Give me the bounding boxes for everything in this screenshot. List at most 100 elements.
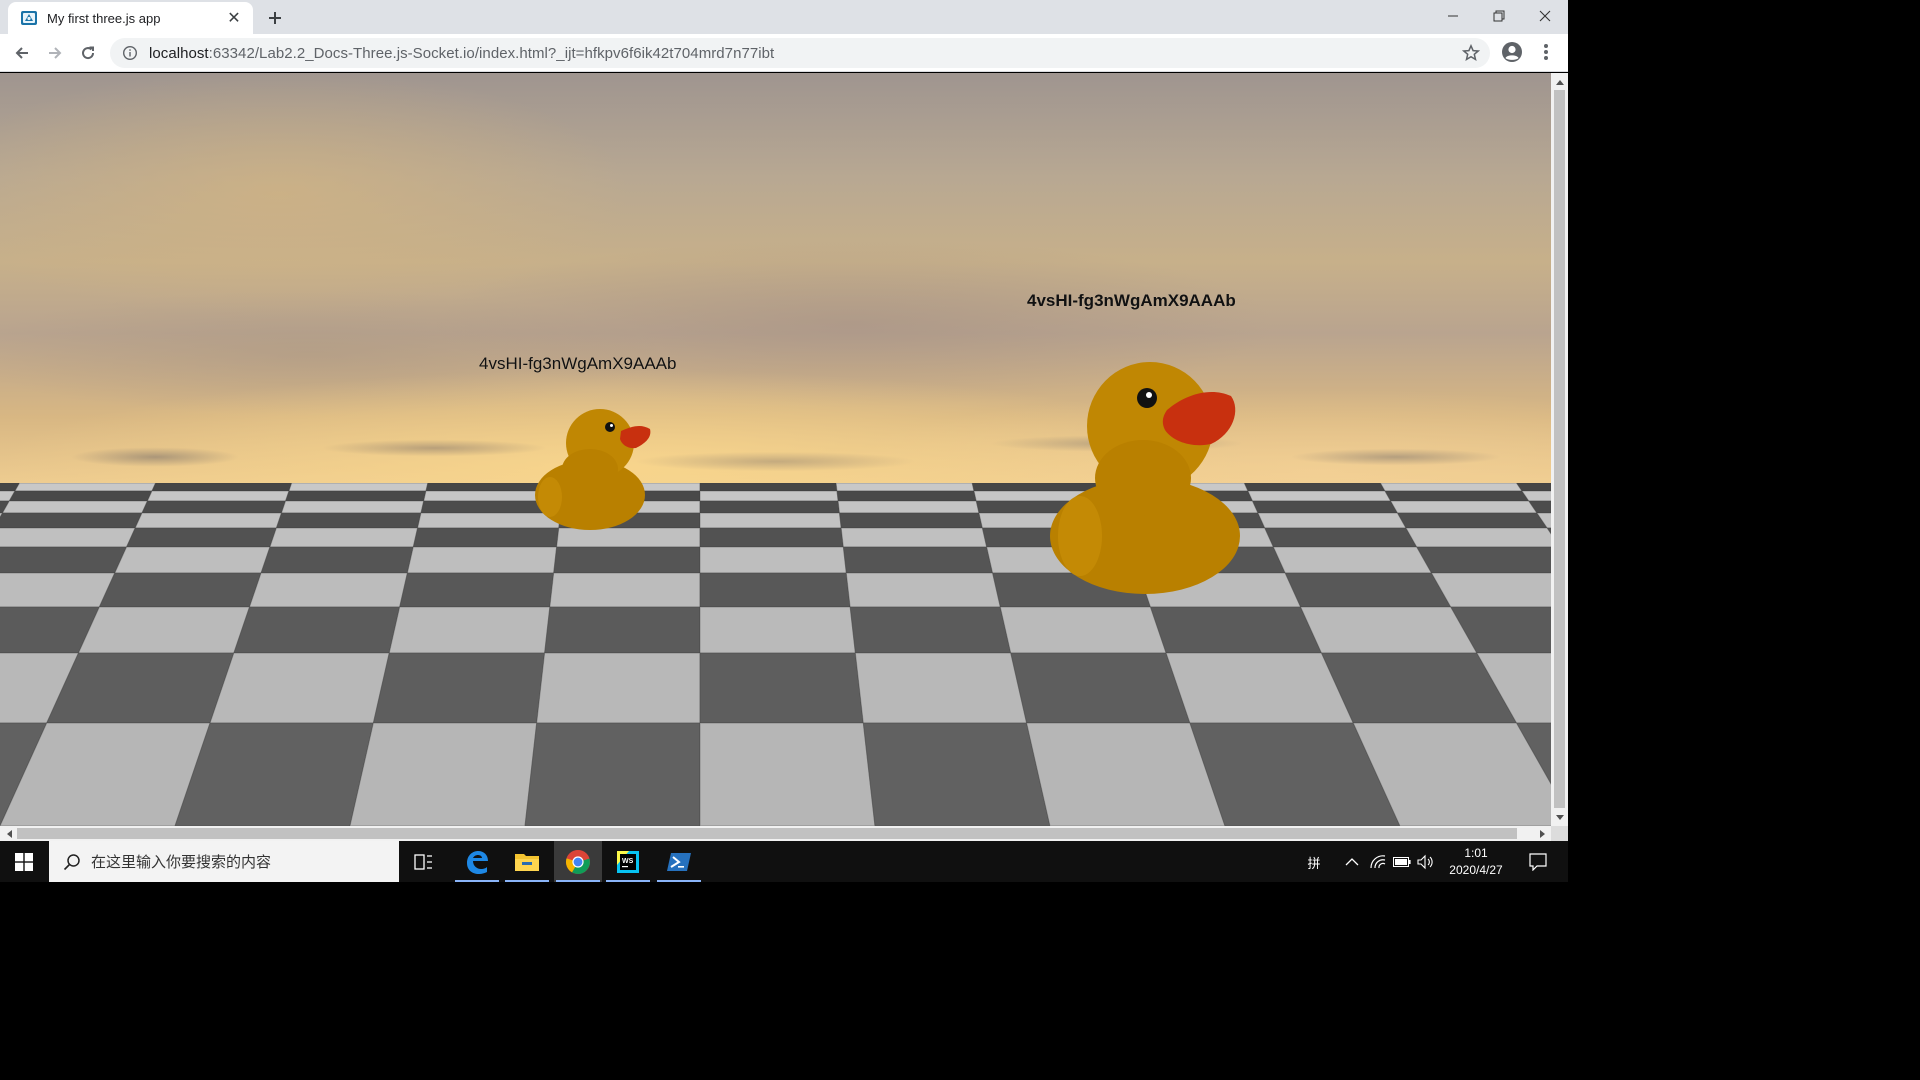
player-name-label-far: 4vsHI-fg3nWgAmX9AAAb: [1027, 291, 1236, 310]
taskbar-webstorm[interactable]: WS: [604, 841, 652, 882]
floor-tile: [1, 500, 149, 514]
battery-icon[interactable]: [1392, 851, 1412, 873]
taskbar-edge[interactable]: [453, 841, 501, 882]
taskbar-search-input[interactable]: 在这里输入你要搜索的内容: [49, 841, 399, 882]
floor-tile: [854, 652, 1028, 724]
floor-tile: [0, 527, 136, 548]
forward-button[interactable]: [40, 38, 70, 68]
tab-strip: My first three.js app ✕: [0, 0, 1568, 34]
info-icon[interactable]: [122, 45, 138, 61]
floor-tile: [0, 546, 128, 574]
folder-icon: [515, 853, 539, 871]
scroll-left-arrow-icon[interactable]: [0, 826, 17, 841]
taskbar-chrome[interactable]: [554, 841, 602, 882]
floor-tile: [549, 572, 701, 608]
task-view-button[interactable]: [400, 841, 448, 882]
floor-tile: [209, 652, 390, 724]
floor-tile: [837, 500, 980, 514]
scroll-down-arrow-icon[interactable]: [1551, 809, 1568, 826]
webgl-canvas[interactable]: 4vsHI-fg3nWgAmX9AAAb 4vsHI-fg3nWgAmX9AAA…: [0, 73, 1551, 826]
address-bar[interactable]: localhost:63342/Lab2.2_Docs-Three.js-Soc…: [110, 38, 1490, 68]
clock-date: 2020/4/27: [1449, 863, 1503, 877]
floor-tile: [174, 722, 374, 826]
duck-player-far[interactable]: [1045, 358, 1250, 598]
scroll-up-arrow-icon[interactable]: [1551, 73, 1568, 90]
floor-tile: [699, 490, 839, 502]
floor-tile: [141, 500, 287, 514]
horizon-clouds: [0, 403, 1551, 493]
floor-tile: [849, 606, 1012, 654]
floor-tile: [1251, 500, 1399, 514]
restore-icon: [1493, 10, 1505, 22]
restore-button[interactable]: [1476, 0, 1522, 32]
back-button[interactable]: [7, 38, 37, 68]
close-window-button[interactable]: [1522, 0, 1568, 32]
star-icon[interactable]: [1462, 44, 1480, 62]
ime-indicator[interactable]: 拼: [1304, 851, 1324, 873]
floor-tile: [1389, 500, 1538, 514]
floor-tile: [399, 572, 555, 608]
account-circle-icon[interactable]: [1500, 40, 1524, 64]
floor-tile: [125, 527, 278, 548]
floor-tile: [840, 527, 988, 548]
window-controls: [1430, 0, 1568, 32]
tab-close-icon[interactable]: ✕: [225, 9, 243, 27]
vertical-scroll-thumb[interactable]: [1554, 90, 1565, 808]
network-icon[interactable]: [1368, 851, 1388, 873]
floor-tile: [45, 652, 235, 724]
reload-button[interactable]: [73, 38, 103, 68]
task-view-icon: [414, 853, 432, 870]
kebab-menu-icon[interactable]: [1536, 40, 1556, 64]
webstorm-icon: WS: [617, 850, 639, 873]
minimize-button[interactable]: [1430, 0, 1476, 32]
floor-tile: [134, 512, 283, 529]
floor-tile: [280, 500, 425, 514]
url-text: localhost:63342/Lab2.2_Docs-Three.js-Soc…: [149, 45, 774, 62]
new-tab-button[interactable]: [262, 5, 288, 31]
svg-text:WS: WS: [622, 858, 634, 865]
horizontal-scrollbar[interactable]: [0, 826, 1551, 841]
floor-tile: [1272, 546, 1433, 574]
floor-tile: [151, 483, 293, 492]
scroll-right-arrow-icon[interactable]: [1534, 826, 1551, 841]
vertical-scrollbar[interactable]: [1551, 73, 1568, 826]
floor-tile: [1284, 572, 1452, 608]
volume-icon[interactable]: [1416, 851, 1436, 873]
floor-tile: [835, 483, 975, 492]
taskbar-file-explorer[interactable]: [503, 841, 551, 882]
start-button[interactable]: [0, 841, 48, 882]
floor-tile: [8, 490, 153, 502]
floor-tile: [699, 722, 876, 826]
browser-tab-active[interactable]: My first three.js app ✕: [8, 2, 253, 34]
duck-player-near[interactable]: [528, 403, 658, 531]
reload-icon: [82, 46, 95, 60]
plus-icon: [269, 12, 281, 24]
floor-tile: [275, 512, 422, 529]
floor-tile: [248, 572, 409, 608]
player-name-label-near: 4vsHI-fg3nWgAmX9AAAb: [479, 354, 677, 373]
floor-tile: [146, 490, 290, 502]
floor-tile: [1247, 490, 1392, 502]
taskbar-powershell[interactable]: [655, 841, 703, 882]
floor-tile: [77, 606, 251, 654]
floor-tile: [999, 606, 1167, 654]
windows-logo-icon: [15, 852, 33, 871]
floor-tile: [233, 606, 401, 654]
system-clock[interactable]: 1:01 2020/4/27: [1436, 843, 1516, 881]
windows-taskbar: 在这里输入你要搜索的内容 WS 拼 1:01 2020/4/27: [0, 841, 1568, 882]
close-icon: [1539, 10, 1551, 22]
action-center-button[interactable]: [1518, 841, 1558, 882]
minimize-icon: [1448, 15, 1458, 17]
forward-arrow-icon: [49, 47, 62, 59]
tray-chevron-up-icon[interactable]: [1343, 851, 1361, 873]
floor-tile: [1165, 652, 1355, 724]
search-placeholder: 在这里输入你要搜索的内容: [91, 854, 272, 871]
floor-tile: [1010, 652, 1191, 724]
notification-icon: [1529, 852, 1547, 871]
horizontal-scroll-thumb[interactable]: [17, 828, 1517, 839]
floor-tile: [699, 483, 838, 492]
floor-tile: [114, 546, 271, 574]
floor-tile: [98, 572, 262, 608]
floor-tile: [0, 512, 143, 529]
floor-tile: [699, 512, 842, 529]
